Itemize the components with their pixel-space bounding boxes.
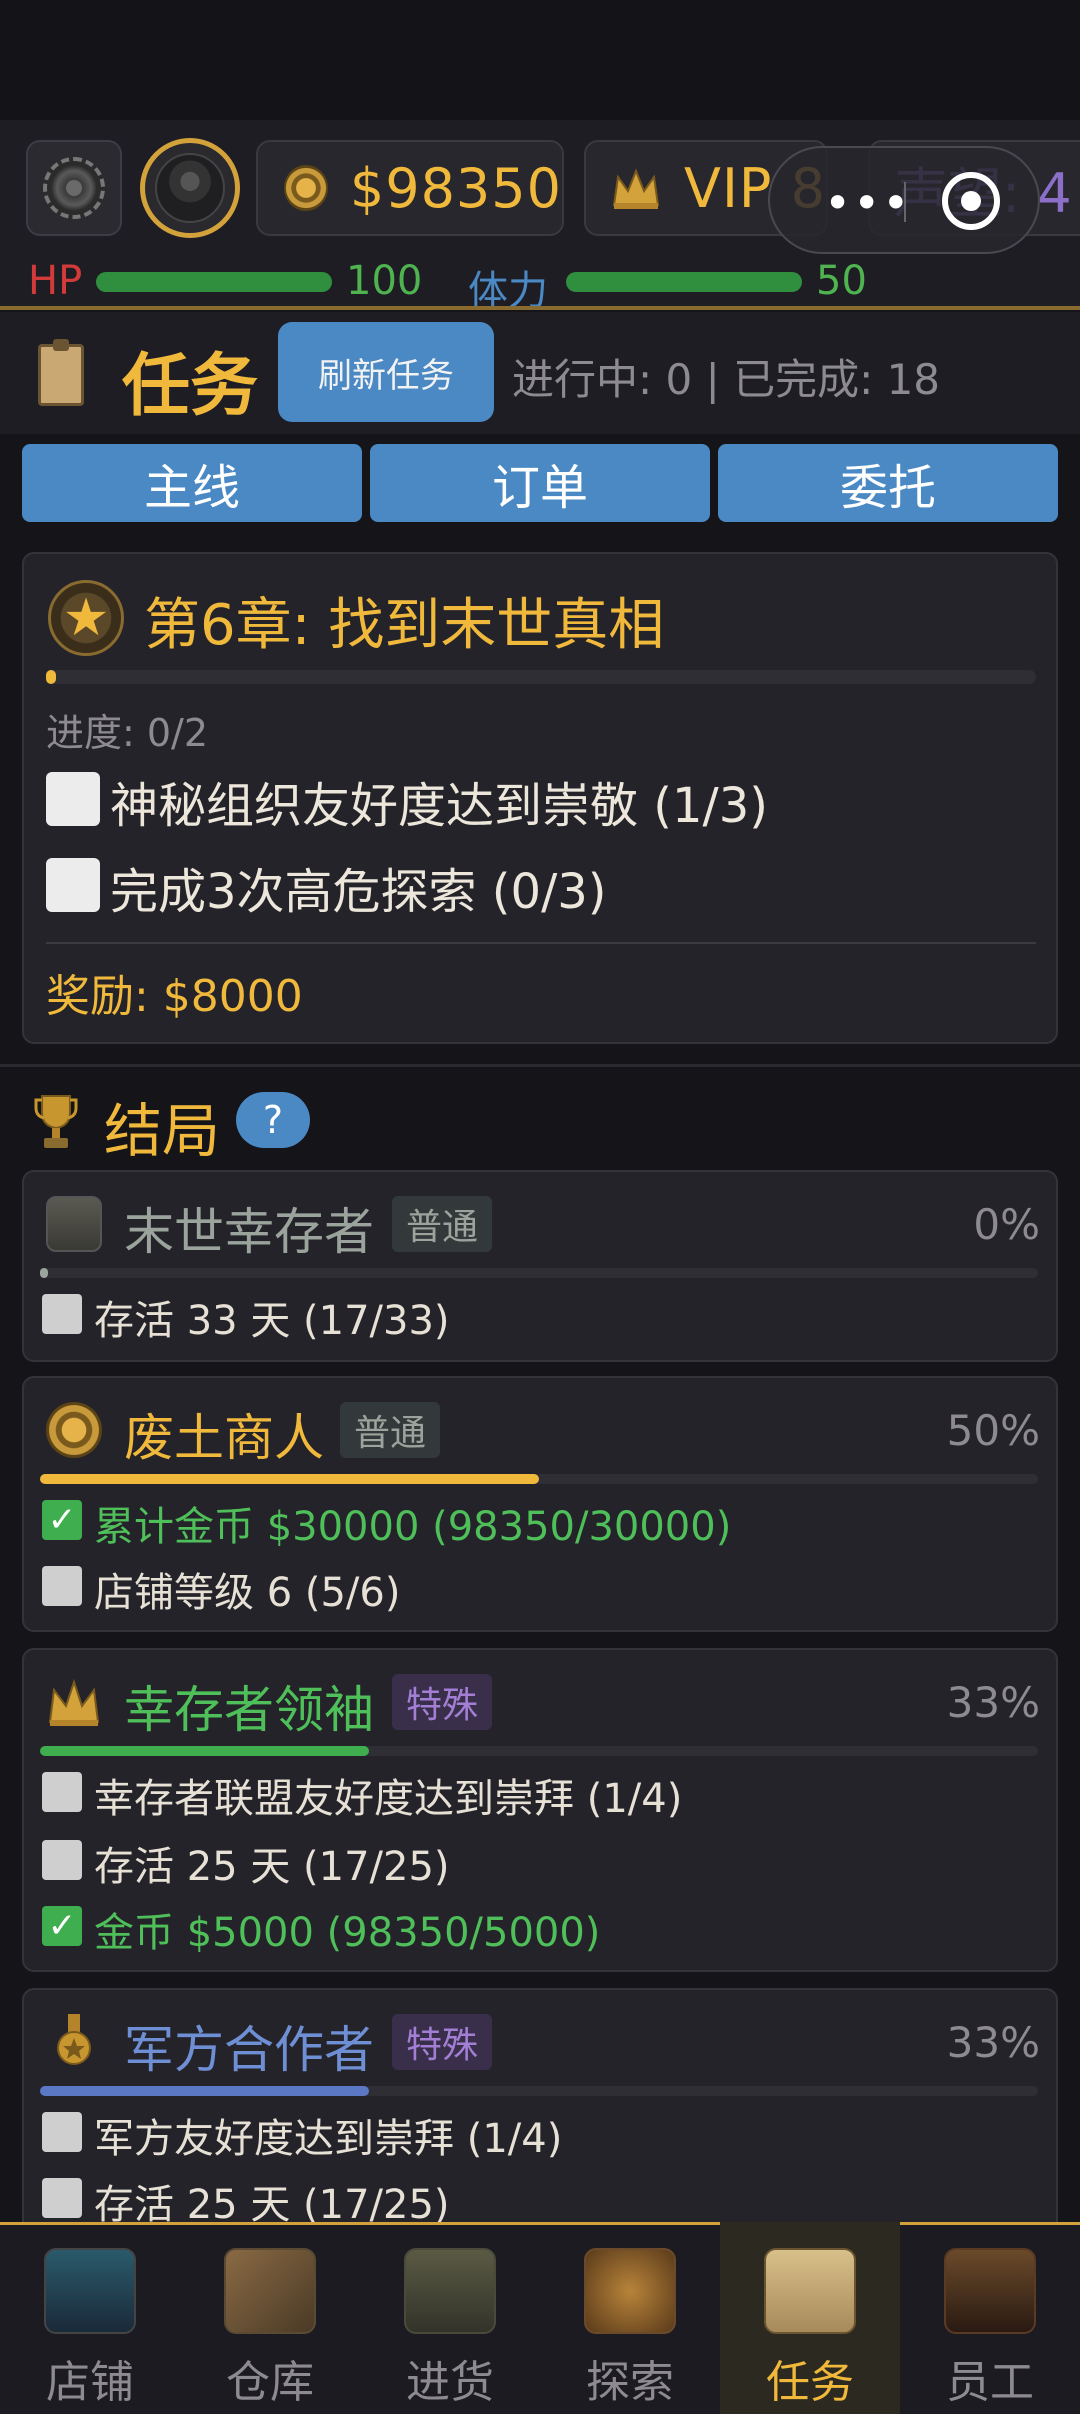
objective-checkbox	[46, 772, 100, 826]
gear-icon	[43, 157, 105, 219]
nav-item-explore[interactable]: 探索	[540, 2222, 720, 2414]
ending-rarity-badge: 普通	[340, 1402, 441, 1458]
ending-progress-bar	[40, 2086, 370, 2096]
tab-commissions[interactable]: 委托	[718, 444, 1058, 522]
ending-objective: 累计金币 $30000 (98350/30000)	[94, 1504, 732, 1550]
tab-main[interactable]: 主线	[22, 444, 362, 522]
staff-icon	[944, 2248, 1036, 2334]
warehouse-crate-icon	[224, 2248, 316, 2334]
map-icon	[584, 2248, 676, 2334]
chapter-title: 第6章: 找到末世真相	[144, 593, 665, 658]
coin-icon	[46, 1402, 102, 1458]
coin-icon	[284, 165, 328, 211]
trophy-icon	[34, 1095, 78, 1148]
ending-title: 军方合作者	[124, 2021, 374, 2079]
ending-percent: 33%	[946, 1678, 1040, 1727]
ending-percent: 50%	[946, 1406, 1040, 1455]
ending-title: 幸存者领袖	[124, 1681, 374, 1739]
status-bar	[0, 0, 1080, 120]
objective-checkbox	[42, 2178, 82, 2218]
objective-checkbox	[46, 858, 100, 912]
chapter-objective: 神秘组织友好度达到崇敬 (1/3)	[110, 778, 768, 834]
page-title: 任务	[122, 347, 259, 426]
truck-icon	[404, 2248, 496, 2334]
ending-progress-bar	[40, 1474, 539, 1484]
ending-objective: 存活 25 天 (17/25)	[94, 1844, 450, 1890]
ending-rarity-badge: 普通	[392, 1196, 493, 1252]
ending-objective: 店铺等级 6 (5/6)	[94, 1570, 401, 1616]
nav-item-restock[interactable]: 进货	[360, 2222, 540, 2414]
star-icon: ★	[48, 580, 124, 656]
close-target-icon[interactable]	[942, 172, 1000, 230]
objective-checkbox	[42, 1566, 82, 1606]
miniprogram-capsule: •••	[768, 146, 1040, 254]
shop-icon	[44, 2248, 136, 2334]
hp-value: 100	[346, 258, 423, 304]
hp-label: HP	[28, 258, 83, 304]
medal-icon	[57, 2014, 91, 2065]
nav-label: 任务	[766, 2357, 854, 2408]
nav-label: 进货	[406, 2357, 494, 2408]
ending-objective: 幸存者联盟友好度达到崇拜 (1/4)	[94, 1776, 683, 1822]
ending-progress-track	[40, 1268, 1038, 1278]
chapter-reward: 奖励: $8000	[46, 971, 303, 1022]
nav-item-shop[interactable]: 店铺	[0, 2222, 180, 2414]
ending-percent: 33%	[946, 2018, 1040, 2067]
nav-label: 仓库	[226, 2357, 314, 2408]
tab-orders[interactable]: 订单	[370, 444, 710, 522]
refresh-tasks-button[interactable]: 刷新任务	[278, 322, 494, 422]
chapter-progress-label: 进度: 0/2	[46, 711, 209, 755]
ending-percent: 0%	[973, 1200, 1040, 1249]
avatar-image	[155, 153, 225, 223]
stamina-value: 50	[816, 258, 867, 304]
nav-item-staff[interactable]: 员工	[900, 2222, 1080, 2414]
avatar[interactable]	[140, 138, 240, 238]
coin-amount: $98350	[349, 156, 562, 220]
section-divider	[0, 1064, 1080, 1067]
stamina-bar	[566, 272, 802, 292]
hud-divider	[0, 306, 1080, 310]
checkmark-icon: ✓	[42, 1906, 82, 1946]
nav-item-tasks[interactable]: 任务	[720, 2222, 900, 2414]
more-icon[interactable]: •••	[824, 176, 911, 230]
capsule-divider	[904, 182, 906, 222]
ending-title: 末世幸存者	[124, 1203, 374, 1261]
ending-progress-bar	[40, 1746, 370, 1756]
ending-objective: 金币 $5000 (98350/5000)	[94, 1910, 601, 1956]
objective-checkbox	[42, 1840, 82, 1880]
chapter-divider	[46, 942, 1036, 944]
task-clipboard-icon	[764, 2248, 856, 2334]
objective-checkbox	[42, 2112, 82, 2152]
clipboard-icon	[38, 339, 84, 406]
hp-bar	[96, 272, 332, 292]
ending-title: 废土商人	[124, 1409, 324, 1467]
objective-checkbox	[42, 1772, 82, 1812]
nav-label: 员工	[946, 2357, 1034, 2408]
crown-icon	[48, 1678, 100, 1726]
coin-balance: $98350	[256, 140, 564, 236]
task-status: 进行中: 0 | 已完成: 18	[512, 355, 941, 404]
ending-objective: 军方友好度达到崇拜 (1/4)	[94, 2116, 563, 2162]
crown-icon	[612, 168, 660, 209]
nav-label: 探索	[586, 2357, 674, 2408]
help-button[interactable]: ?	[236, 1092, 310, 1148]
house-icon	[46, 1196, 102, 1252]
settings-button[interactable]	[26, 140, 122, 236]
checkmark-icon: ✓	[42, 1500, 82, 1540]
ending-progress-bar	[40, 1268, 48, 1278]
ending-rarity-badge: 特殊	[392, 2014, 493, 2070]
nav-label: 店铺	[46, 2357, 134, 2408]
chapter-objective: 完成3次高危探索 (0/3)	[110, 864, 607, 920]
nav-item-warehouse[interactable]: 仓库	[180, 2222, 360, 2414]
endings-title: 结局	[104, 1097, 221, 1165]
objective-checkbox	[42, 1294, 82, 1334]
chapter-progress-track	[46, 670, 1036, 684]
chapter-progress-bar	[46, 670, 56, 684]
ending-rarity-badge: 特殊	[392, 1674, 493, 1730]
ending-objective: 存活 33 天 (17/33)	[94, 1298, 450, 1344]
